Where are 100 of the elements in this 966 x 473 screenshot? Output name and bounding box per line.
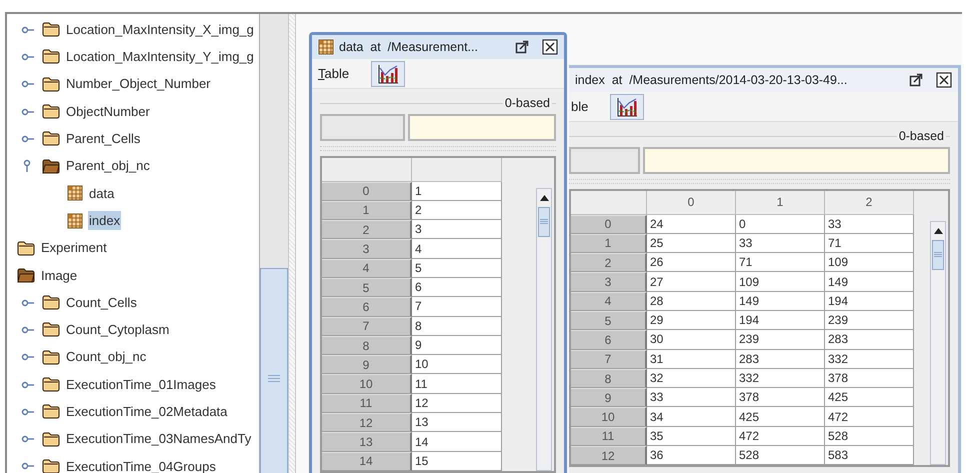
collapse-handle-icon[interactable] [21,434,35,444]
table-cell[interactable]: 472 [736,426,825,446]
collapse-handle-icon[interactable] [21,79,35,90]
collapse-handle-icon[interactable] [21,52,35,62]
table-cell[interactable]: 4 [412,239,502,259]
column-header[interactable] [412,158,502,182]
collapse-handle-icon[interactable] [21,461,35,472]
scrollbar[interactable] [536,188,552,471]
table-cell[interactable]: 34 [647,407,736,427]
table-cell[interactable]: 239 [736,330,825,350]
table-cell[interactable]: 0 [736,214,825,234]
tree-item[interactable]: Count_obj_nc [65,347,148,367]
tree-item[interactable]: Image [40,266,78,286]
tree-item[interactable]: Parent_obj_nc [65,156,151,176]
chart-button[interactable] [610,94,644,120]
detach-icon[interactable] [515,40,529,54]
table-cell[interactable]: 28 [647,292,736,311]
table-cell[interactable]: 109 [825,253,914,272]
table-cell[interactable]: 149 [825,272,914,292]
table-cell[interactable]: 31 [647,350,736,369]
tree-item[interactable]: data [88,184,116,204]
collapse-handle-icon[interactable] [21,106,35,117]
close-icon[interactable] [542,39,558,55]
column-header[interactable]: 1 [736,190,825,214]
up-arrow-icon[interactable] [540,194,548,200]
table-cell[interactable]: 71 [736,253,825,272]
table-cell[interactable]: 378 [825,368,914,388]
table-cell[interactable]: 7 [412,297,502,317]
up-arrow-icon[interactable] [934,228,942,234]
collapse-handle-icon[interactable] [21,406,35,417]
table-cell[interactable]: 29 [647,310,736,330]
table-cell[interactable]: 3 [412,220,502,240]
table-cell[interactable]: 1 [412,182,502,201]
table-cell[interactable]: 283 [825,330,914,350]
scrollbar[interactable] [930,220,946,466]
detach-icon[interactable] [909,73,923,87]
table-cell[interactable]: 10 [412,355,502,374]
table-cell[interactable]: 378 [736,388,825,408]
table-cell[interactable]: 472 [825,407,914,427]
tree-item[interactable]: Count_Cytoplasm [65,320,170,340]
table-cell[interactable]: 36 [647,446,736,466]
table-cell[interactable]: 5 [412,258,502,278]
tree-item[interactable]: Parent_Cells [65,129,142,149]
table-cell[interactable]: 30 [647,330,736,350]
table-cell[interactable]: 583 [825,446,914,466]
table-cell[interactable]: 33 [647,388,736,408]
table-cell[interactable]: 15 [412,452,502,471]
table-cell[interactable]: 425 [825,388,914,408]
tree-item[interactable]: Experiment [40,238,108,258]
collapse-handle-icon[interactable] [21,324,35,335]
table-cell[interactable]: 149 [736,292,825,311]
table-cell[interactable]: 26 [647,253,736,272]
collapse-handle-icon[interactable] [21,352,35,362]
collapse-handle-icon[interactable] [21,380,35,390]
tree-item[interactable]: ExecutionTime_02Metadata [65,402,228,422]
table-cell[interactable]: 27 [647,272,736,292]
table-cell[interactable]: 13 [412,413,502,432]
table-cell[interactable]: 14 [412,432,502,452]
table-cell[interactable]: 25 [647,234,736,254]
tree-item[interactable]: Location_MaxIntensity_Y_img_g [65,47,255,67]
title-bar[interactable]: index at /Measurements/2014-03-20-13-03-49... [569,68,958,92]
tree-item[interactable]: Number_Object_Number [65,74,212,94]
table-cell[interactable]: 8 [412,316,502,336]
tree-item[interactable]: ObjectNumber [65,102,151,122]
table-cell[interactable]: 9 [412,336,502,356]
tree-item[interactable]: Location_MaxIntensity_X_img_g [65,20,255,40]
table-cell[interactable]: 12 [412,394,502,414]
collapse-handle-icon[interactable] [21,298,35,308]
table-cell[interactable]: 2 [412,200,502,220]
cell-value-field[interactable] [643,146,950,174]
table-cell[interactable]: 11 [412,374,502,394]
collapse-handle-icon[interactable] [21,134,35,144]
chart-button[interactable] [371,60,406,86]
table-cell[interactable]: 239 [825,310,914,330]
table-cell[interactable]: 32 [647,368,736,388]
table-cell[interactable]: 425 [736,407,825,427]
collapse-handle-icon[interactable] [21,24,35,35]
table-cell[interactable]: 194 [736,310,825,330]
tree-item[interactable]: ExecutionTime_03NamesAndTy [65,429,252,449]
table-cell[interactable]: 6 [412,278,502,298]
table-cell[interactable]: 35 [647,426,736,446]
table-cell[interactable]: 528 [825,426,914,446]
cell-value-field[interactable] [408,114,556,140]
tree-item[interactable]: ExecutionTime_01Images [65,374,217,394]
close-icon[interactable] [936,72,952,88]
expand-handle-icon[interactable] [21,159,33,174]
table-cell[interactable]: 24 [647,214,736,234]
table-cell[interactable]: 33 [736,234,825,254]
tree-item[interactable]: ExecutionTime_04Groups [65,456,217,473]
column-header[interactable]: 0 [647,190,736,214]
tree-item[interactable]: index [88,210,122,230]
tree-scrollbar[interactable] [259,14,288,473]
table-cell[interactable]: 194 [825,292,914,311]
table-cell[interactable]: 33 [825,214,914,234]
table-menu[interactable]: Table [318,64,350,84]
table-cell[interactable]: 528 [736,446,825,466]
table-menu[interactable]: ble [571,96,588,116]
tree-item[interactable]: Count_Cells [65,292,138,312]
table-cell[interactable]: 71 [825,234,914,254]
table-cell[interactable]: 109 [736,272,825,292]
